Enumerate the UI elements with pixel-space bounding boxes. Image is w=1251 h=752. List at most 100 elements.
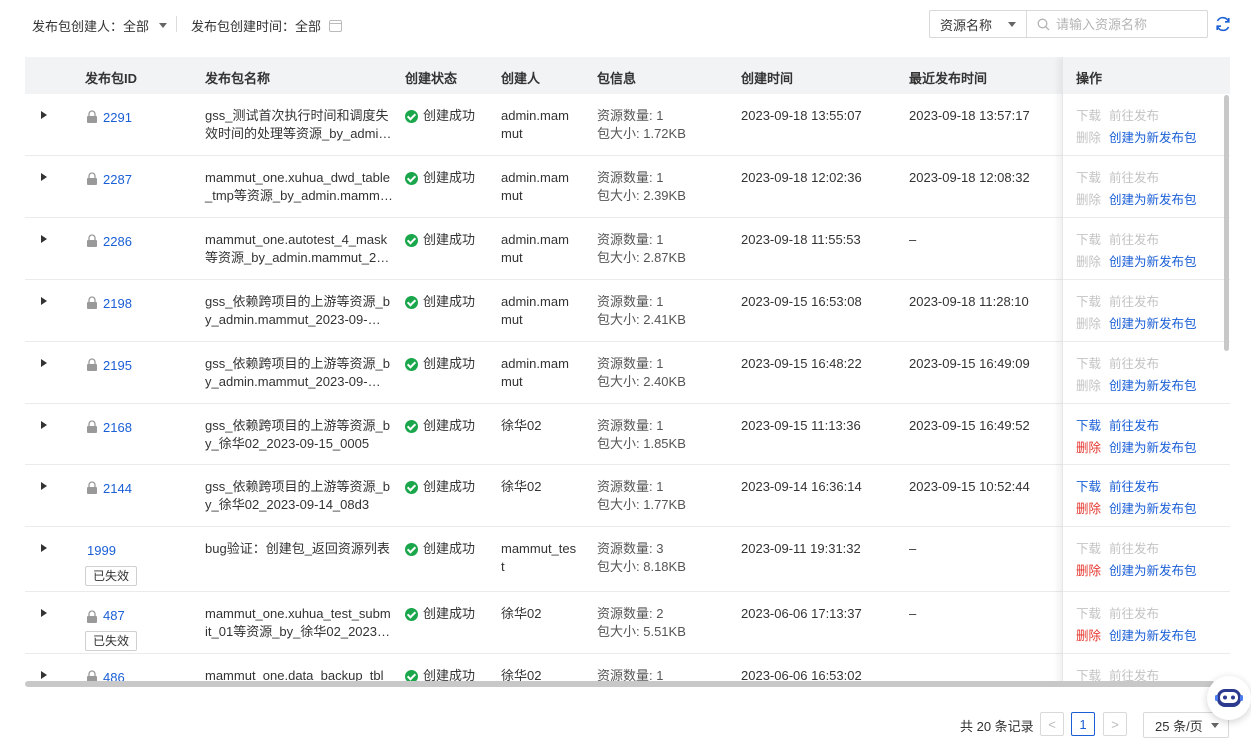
table-row: 2287 mammut_one.xuhua_dwd_table _tmp等资源_by…	[25, 156, 1230, 218]
create-new-package-link[interactable]: 创建为新发布包	[1109, 255, 1197, 269]
package-id-link[interactable]: 1999	[87, 543, 116, 558]
chevron-down-icon	[159, 23, 168, 28]
go-publish-link[interactable]: 前往发布	[1109, 357, 1159, 371]
vertical-scrollbar[interactable]	[1224, 95, 1229, 351]
expand-row-icon[interactable]	[41, 671, 47, 679]
status-text: 创建成功	[423, 356, 476, 371]
go-publish-link[interactable]: 前往发布	[1109, 109, 1159, 123]
package-id-link[interactable]: 2287	[103, 172, 132, 187]
delete-link[interactable]: 删除	[1076, 441, 1101, 455]
delete-link[interactable]: 删除	[1076, 564, 1101, 578]
delete-link[interactable]: 删除	[1076, 379, 1101, 393]
expand-row-icon[interactable]	[41, 111, 47, 119]
delete-link[interactable]: 删除	[1076, 317, 1101, 331]
creator-text: admin.mam	[501, 356, 569, 371]
go-publish-link[interactable]: 前往发布	[1109, 542, 1159, 556]
go-publish-link[interactable]: 前往发布	[1109, 419, 1159, 433]
creator-text: admin.mam	[501, 170, 569, 185]
row-actions-primary: 下载 前往发布	[1076, 107, 1167, 125]
delete-link[interactable]: 删除	[1076, 255, 1101, 269]
package-id-link[interactable]: 2291	[103, 110, 132, 125]
create-new-package-link[interactable]: 创建为新发布包	[1109, 317, 1197, 331]
package-name: mammut_one.xuhua_dwd_table _tmp等资源_by_adm…	[205, 169, 393, 205]
row-actions-primary: 下载 前往发布	[1076, 417, 1167, 435]
create-new-package-link[interactable]: 创建为新发布包	[1109, 379, 1197, 393]
horizontal-scrollbar[interactable]	[25, 681, 1215, 687]
delete-link[interactable]: 删除	[1076, 131, 1101, 145]
next-page-button[interactable]: >	[1103, 712, 1127, 736]
package-id-link[interactable]: 2198	[103, 296, 132, 311]
assistant-bot-button[interactable]	[1207, 676, 1251, 720]
create-new-package-link[interactable]: 创建为新发布包	[1109, 131, 1197, 145]
download-link[interactable]: 下载	[1076, 480, 1101, 494]
package-id-link[interactable]: 2168	[103, 420, 132, 435]
expand-row-icon[interactable]	[41, 609, 47, 617]
create-new-package-link[interactable]: 创建为新发布包	[1109, 502, 1197, 516]
package-name: gss_依赖跨项目的上游等资源_b y_徐华02_2023-09-15_0005	[205, 417, 390, 453]
page-button-current[interactable]: 1	[1071, 712, 1095, 736]
download-link[interactable]: 下载	[1076, 419, 1101, 433]
search-field-select[interactable]: 资源名称	[929, 10, 1027, 38]
download-link[interactable]: 下载	[1076, 109, 1101, 123]
download-link[interactable]: 下载	[1076, 607, 1101, 621]
package-name-line: y_徐华02_2023-09-15_0005	[205, 436, 370, 451]
resource-count: 资源数量: 1	[597, 418, 664, 433]
search-input[interactable]	[1056, 16, 1201, 32]
download-link[interactable]: 下载	[1076, 357, 1101, 371]
package-name-line: 效时间的处理等资源_by_admi…	[205, 126, 392, 141]
row-actions-secondary: 删除 创建为新发布包	[1076, 562, 1205, 580]
resource-count: 资源数量: 1	[597, 170, 664, 185]
created-time: 2023-09-18 13:55:07	[741, 108, 862, 123]
package-name-line: 等资源_by_admin.mammut_2…	[205, 250, 390, 265]
create-new-package-link[interactable]: 创建为新发布包	[1109, 441, 1197, 455]
go-publish-link[interactable]: 前往发布	[1109, 233, 1159, 247]
prev-page-button[interactable]: <	[1040, 712, 1064, 736]
expand-row-icon[interactable]	[41, 235, 47, 243]
col-header-name: 发布包名称	[205, 71, 271, 86]
package-id-link[interactable]: 2144	[103, 481, 132, 496]
row-actions-primary: 下载 前往发布	[1076, 478, 1167, 496]
col-header-actions: 操作	[1076, 71, 1103, 86]
search-box[interactable]	[1026, 10, 1208, 38]
expand-row-icon[interactable]	[41, 297, 47, 305]
package-table: 发布包ID 发布包名称 创建状态 创建人 包信息 创建时间 最近发布时间 操作 …	[25, 57, 1230, 687]
package-name-line: mammut_one.xuhua_test_subm	[205, 606, 391, 621]
expand-row-icon[interactable]	[41, 421, 47, 429]
package-id-link[interactable]: 2286	[103, 234, 132, 249]
expand-row-icon[interactable]	[41, 544, 47, 552]
package-id-link[interactable]: 487	[103, 608, 125, 623]
row-actions-primary: 下载 前往发布	[1076, 293, 1167, 311]
resource-count: 资源数量: 2	[597, 606, 664, 621]
creator-cell: admin.mam mut	[501, 107, 581, 143]
table-row: 2168 gss_依赖跨项目的上游等资源_b y_徐华02_2023-09-15_0…	[25, 404, 1230, 465]
package-size: 包大小: 2.41KB	[597, 312, 686, 327]
go-publish-link[interactable]: 前往发布	[1109, 480, 1159, 494]
download-link[interactable]: 下载	[1076, 171, 1101, 185]
package-id-link[interactable]: 2195	[103, 358, 132, 373]
download-link[interactable]: 下载	[1076, 295, 1101, 309]
package-info-cell: 资源数量: 1 包大小: 2.87KB	[597, 231, 686, 267]
create-new-package-link[interactable]: 创建为新发布包	[1109, 193, 1197, 207]
delete-link[interactable]: 删除	[1076, 193, 1101, 207]
creator-filter[interactable]: 发布包创建人： 全部	[32, 16, 168, 35]
status-text: 创建成功	[423, 232, 476, 247]
lock-icon	[87, 420, 97, 433]
create-new-package-link[interactable]: 创建为新发布包	[1109, 564, 1197, 578]
expand-row-icon[interactable]	[41, 482, 47, 490]
go-publish-link[interactable]: 前往发布	[1109, 295, 1159, 309]
status-cell: 创建成功	[405, 417, 475, 435]
expand-row-icon[interactable]	[41, 359, 47, 367]
download-link[interactable]: 下载	[1076, 542, 1101, 556]
delete-link[interactable]: 删除	[1076, 629, 1101, 643]
row-actions-secondary: 删除 创建为新发布包	[1076, 315, 1205, 333]
download-link[interactable]: 下载	[1076, 233, 1101, 247]
go-publish-link[interactable]: 前往发布	[1109, 171, 1159, 185]
status-cell: 创建成功	[405, 107, 475, 125]
refresh-icon[interactable]	[1214, 15, 1232, 33]
time-filter[interactable]: 发布包创建时间： 全部	[191, 16, 343, 35]
expand-row-icon[interactable]	[41, 173, 47, 181]
delete-link[interactable]: 删除	[1076, 502, 1101, 516]
create-new-package-link[interactable]: 创建为新发布包	[1109, 629, 1197, 643]
page-size-value: 25 条/页	[1155, 718, 1203, 734]
go-publish-link[interactable]: 前往发布	[1109, 607, 1159, 621]
